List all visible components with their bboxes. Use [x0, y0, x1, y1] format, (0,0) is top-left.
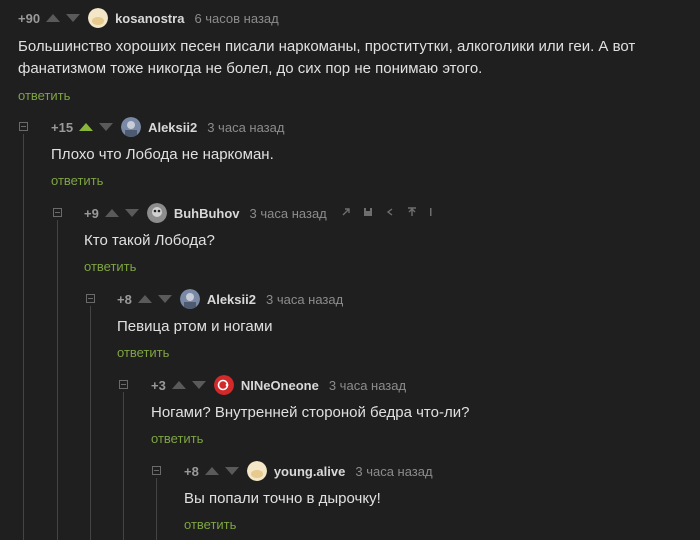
- downvote-icon[interactable]: [191, 381, 206, 389]
- comment-author[interactable]: young.alive: [274, 464, 346, 479]
- thread-line: [156, 478, 157, 540]
- more-icon[interactable]: [429, 207, 433, 220]
- comment-time[interactable]: 3 часа назад: [266, 292, 343, 307]
- collapse-icon[interactable]: [19, 122, 28, 131]
- comment-author[interactable]: Aleksii2: [207, 292, 256, 307]
- comment-text: Певица ртом и ногами: [117, 318, 273, 335]
- upvote-icon[interactable]: [104, 209, 119, 217]
- collapse-icon[interactable]: [119, 380, 128, 389]
- avatar[interactable]: [246, 461, 267, 481]
- comment-author[interactable]: Aleksii2: [148, 120, 197, 135]
- downvote-icon[interactable]: [124, 209, 139, 217]
- reply-link[interactable]: ответить: [151, 431, 203, 446]
- collapse-icon[interactable]: [53, 208, 62, 217]
- comment-time[interactable]: 6 часов назад: [194, 11, 278, 26]
- comment-text: Большинство хороших песен писали наркома…: [18, 38, 636, 77]
- vote-arrows: [204, 467, 239, 475]
- avatar[interactable]: [213, 375, 234, 395]
- upvote-icon[interactable]: [204, 467, 219, 475]
- comment-text: Плохо что Лобода не наркоман.: [51, 146, 274, 163]
- vote-arrows: [46, 14, 81, 22]
- link-icon[interactable]: [341, 207, 351, 220]
- comment-time[interactable]: 3 часа назад: [329, 378, 406, 393]
- reply-link[interactable]: ответить: [84, 259, 136, 274]
- reply-link[interactable]: ответить: [184, 517, 236, 532]
- comment-time[interactable]: 3 часа назад: [250, 206, 327, 221]
- avatar[interactable]: [179, 289, 200, 309]
- vote-arrows: [79, 123, 114, 131]
- upvote-icon[interactable]: [46, 14, 61, 22]
- thread-line: [90, 306, 91, 540]
- reply-link[interactable]: ответить: [51, 173, 103, 188]
- comment-rating: +9: [84, 205, 99, 221]
- comment-author[interactable]: kosanostra: [115, 11, 184, 26]
- reply-link[interactable]: ответить: [18, 88, 70, 103]
- comment-author[interactable]: BuhBuhov: [174, 206, 240, 221]
- comment-rating: +8: [184, 463, 199, 479]
- reply-link[interactable]: ответить: [117, 345, 169, 360]
- comment-tools: [341, 206, 433, 220]
- comment-text: Ногами? Внутренней стороной бедра что-ли…: [151, 404, 470, 421]
- comment-text: Вы попали точно в дырочку!: [184, 490, 381, 507]
- comment-rating: +15: [51, 119, 74, 135]
- collapse-icon[interactable]: [86, 294, 95, 303]
- comment-rating: +8: [117, 291, 132, 307]
- upload-icon[interactable]: [407, 206, 417, 220]
- upvote-icon[interactable]: [171, 381, 186, 389]
- downvote-icon[interactable]: [66, 14, 81, 22]
- thread-line: [57, 220, 58, 540]
- avatar[interactable]: [88, 8, 109, 28]
- downvote-icon[interactable]: [157, 295, 172, 303]
- thread-line: [123, 392, 124, 540]
- comment-rating: +3: [151, 377, 166, 393]
- upvote-icon[interactable]: [137, 295, 152, 303]
- upvote-icon[interactable]: [79, 123, 94, 131]
- share-icon[interactable]: [385, 207, 395, 220]
- comment-author[interactable]: NINeOneone: [241, 378, 319, 393]
- comment-time[interactable]: 3 часа назад: [355, 464, 432, 479]
- avatar[interactable]: [146, 203, 167, 223]
- vote-arrows: [171, 381, 206, 389]
- downvote-icon[interactable]: [224, 467, 239, 475]
- downvote-icon[interactable]: [99, 123, 114, 131]
- vote-arrows: [104, 209, 139, 217]
- comment-rating: +90: [18, 10, 41, 26]
- comment-time[interactable]: 3 часа назад: [207, 120, 284, 135]
- avatar[interactable]: [121, 117, 142, 137]
- vote-arrows: [137, 295, 172, 303]
- collapse-icon[interactable]: [152, 466, 161, 475]
- comment-text: Кто такой Лобода?: [84, 232, 215, 249]
- thread-line: [23, 134, 24, 540]
- save-icon[interactable]: [363, 207, 373, 220]
